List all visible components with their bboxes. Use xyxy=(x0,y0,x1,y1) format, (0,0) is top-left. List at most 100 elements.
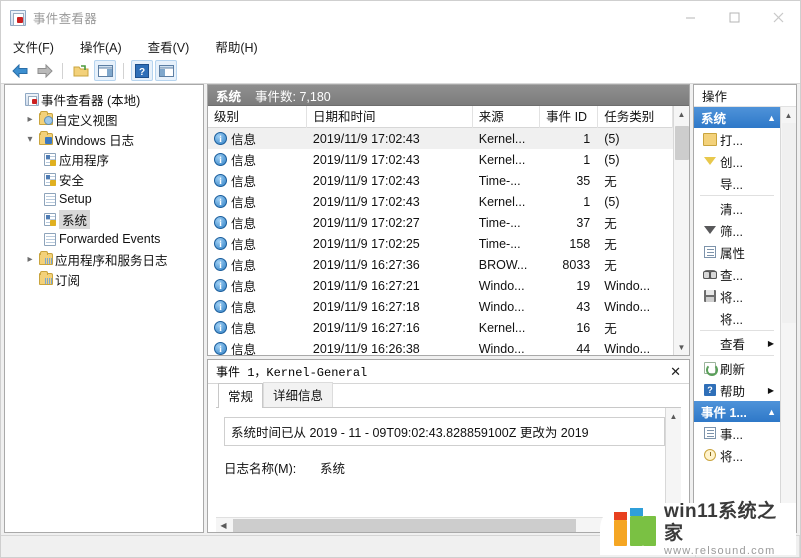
scrollbar-thumb[interactable] xyxy=(674,126,689,160)
table-row[interactable]: i 信息 2019/11/9 17:02:43 Kernel... 1 (5) xyxy=(208,149,673,170)
action-event-properties[interactable]: 事... xyxy=(694,422,780,444)
menu-view[interactable]: 查看(V) xyxy=(146,35,200,58)
tab-general[interactable]: 常规 xyxy=(218,383,264,408)
tree-item-subscriptions[interactable]: 订阅 xyxy=(5,269,203,289)
table-row[interactable]: i 信息 2019/11/9 17:02:27 Time-... 37 无 xyxy=(208,212,673,233)
event-description: 系统时间已从 2019 - 11 - 09T09:02:43.828859100… xyxy=(224,417,665,446)
chevron-right-icon[interactable]: ▸ xyxy=(23,254,37,265)
menu-help[interactable]: 帮助(H) xyxy=(213,35,267,58)
level-text: 信息 xyxy=(231,322,257,336)
action-attach-task[interactable]: 将... xyxy=(694,307,780,329)
column-header-source[interactable]: 来源 xyxy=(473,105,541,128)
scrollbar-track[interactable] xyxy=(666,424,682,501)
tree-item-system[interactable]: 系统 xyxy=(5,209,203,229)
action-properties[interactable]: 属性 xyxy=(694,241,780,263)
menu-action[interactable]: 操作(A) xyxy=(78,35,132,58)
scrollbar-track[interactable] xyxy=(781,123,797,516)
chevron-right-icon[interactable]: ▸ xyxy=(23,114,37,125)
table-row[interactable]: i 信息 2019/11/9 16:27:21 Windo... 19 Windo… xyxy=(208,275,673,296)
tree-item-app-service-logs[interactable]: ▸ 应用程序和服务日志 xyxy=(5,249,203,269)
show-hide-action-pane-icon[interactable] xyxy=(155,60,177,81)
table-row[interactable]: i 信息 2019/11/9 17:02:43 Kernel... 1 (5) xyxy=(208,191,673,212)
menu-file[interactable]: 文件(F) xyxy=(11,35,64,58)
action-open-saved-log[interactable]: 打... xyxy=(694,128,780,150)
event-count-label: 事件数: 7,180 xyxy=(255,89,331,104)
scroll-left-icon[interactable]: ◀ xyxy=(216,521,231,530)
tree-item-label: 事件查看器 (本地) xyxy=(41,93,141,108)
open-saved-log-icon xyxy=(700,132,720,146)
action-attach-task-to-event[interactable]: 将... xyxy=(694,444,780,466)
tree-item-security[interactable]: 安全 xyxy=(5,169,203,189)
tree-item-forwarded-events[interactable]: Forwarded Events xyxy=(5,229,203,249)
table-row[interactable]: i 信息 2019/11/9 17:02:43 Kernel... 1 (5) xyxy=(208,128,673,149)
win11-logo-icon xyxy=(614,508,656,546)
table-row[interactable]: i 信息 2019/11/9 16:27:36 BROW... 8033 无 xyxy=(208,254,673,275)
chevron-up-icon[interactable]: ▲ xyxy=(767,407,776,417)
action-find[interactable]: 查... xyxy=(694,263,780,285)
tree-item-setup[interactable]: Setup xyxy=(5,189,203,209)
table-row[interactable]: i 信息 2019/11/9 16:27:18 Windo... 43 Windo… xyxy=(208,296,673,317)
scrollbar-track[interactable] xyxy=(674,122,690,339)
cell-level: i 信息 xyxy=(208,339,307,355)
console-tree[interactable]: 事件查看器 (本地) ▸ 自定义视图 ▾ Windows 日志 应用程序 安全 xyxy=(4,84,204,533)
help-icon[interactable]: ? xyxy=(131,60,153,81)
column-header-task-category[interactable]: 任务类别 xyxy=(598,105,673,128)
action-label: 事... xyxy=(720,427,743,442)
save-events-icon xyxy=(700,290,720,302)
tree-item-windows-logs[interactable]: ▾ Windows 日志 xyxy=(5,129,203,149)
tab-details[interactable]: 详细信息 xyxy=(263,382,334,407)
event-grid[interactable]: 级别 日期和时间 来源 事件 ID 任务类别 i 信息 2019/11/9 17:… xyxy=(208,105,673,355)
action-import-custom-view[interactable]: 导... xyxy=(694,172,780,194)
tree-item-label: Forwarded Events xyxy=(59,232,161,246)
log-security-icon xyxy=(41,172,59,186)
actions-group-event[interactable]: 事件 1... ▲ xyxy=(694,401,780,422)
toolbar-separator xyxy=(62,62,63,79)
action-label: 创... xyxy=(720,155,743,170)
minimize-button[interactable] xyxy=(668,1,712,34)
open-saved-log-icon[interactable] xyxy=(70,60,92,81)
actions-group-system[interactable]: 系统 ▲ xyxy=(694,107,780,128)
scroll-down-icon[interactable]: ▼ xyxy=(674,339,690,355)
show-hide-console-tree-icon[interactable] xyxy=(94,60,116,81)
scrollbar-thumb[interactable] xyxy=(233,518,576,532)
tree-item-event-viewer[interactable]: 事件查看器 (本地) xyxy=(5,89,203,109)
scroll-up-icon[interactable]: ▲ xyxy=(674,106,690,122)
tree-item-application[interactable]: 应用程序 xyxy=(5,149,203,169)
column-header-event-id[interactable]: 事件 ID xyxy=(540,105,599,128)
action-help[interactable]: ? 帮助 ▶ xyxy=(694,379,780,401)
table-row[interactable]: i 信息 2019/11/9 16:27:16 Kernel... 16 无 xyxy=(208,317,673,338)
action-view[interactable]: 查看 ▶ xyxy=(694,332,780,354)
event-list-scrollbar[interactable]: ▲ ▼ xyxy=(673,106,689,355)
scroll-up-icon[interactable]: ▲ xyxy=(781,107,797,123)
action-refresh[interactable]: 刷新 xyxy=(694,357,780,379)
action-clear-log[interactable]: 清... xyxy=(694,197,780,219)
column-header-datetime[interactable]: 日期和时间 xyxy=(307,105,473,128)
cell-event-id: 35 xyxy=(576,173,591,188)
table-row[interactable]: i 信息 2019/11/9 16:26:38 Windo... 44 Windo… xyxy=(208,338,673,355)
menu-bar: 文件(F) 操作(A) 查看(V) 帮助(H) xyxy=(1,34,800,58)
maximize-button[interactable] xyxy=(712,1,756,34)
cell-source: Windo... xyxy=(478,299,525,314)
action-label: 将... xyxy=(720,312,743,327)
close-icon[interactable]: ✕ xyxy=(670,364,681,380)
action-save-events[interactable]: 将... xyxy=(694,285,780,307)
close-button[interactable] xyxy=(756,1,800,34)
table-row[interactable]: i 信息 2019/11/9 17:02:43 Time-... 35 无 xyxy=(208,170,673,191)
detail-title-bar: 事件 1，Kernel-General ✕ xyxy=(208,360,689,384)
chevron-up-icon[interactable]: ▲ xyxy=(767,113,776,123)
chevron-down-icon[interactable]: ▾ xyxy=(23,134,37,145)
column-header-level[interactable]: 级别 xyxy=(208,105,307,128)
cell-event-id: 37 xyxy=(576,215,591,230)
forward-icon[interactable] xyxy=(33,60,55,81)
back-icon[interactable] xyxy=(9,60,31,81)
action-create-custom-view[interactable]: 创... xyxy=(694,150,780,172)
tree-item-custom-views[interactable]: ▸ 自定义视图 xyxy=(5,109,203,129)
table-row[interactable]: i 信息 2019/11/9 17:02:25 Time-... 158 无 xyxy=(208,233,673,254)
cell-event-id: 1 xyxy=(583,131,591,146)
actions-scrollbar[interactable]: ▲ ▼ xyxy=(780,107,796,532)
watermark-text: win11系统之家 www.relsound.com xyxy=(664,501,796,557)
scrollbar-thumb[interactable] xyxy=(781,123,796,323)
divider xyxy=(700,355,774,356)
action-filter-current-log[interactable]: 筛... xyxy=(694,219,780,241)
scroll-up-icon[interactable]: ▲ xyxy=(666,408,682,424)
